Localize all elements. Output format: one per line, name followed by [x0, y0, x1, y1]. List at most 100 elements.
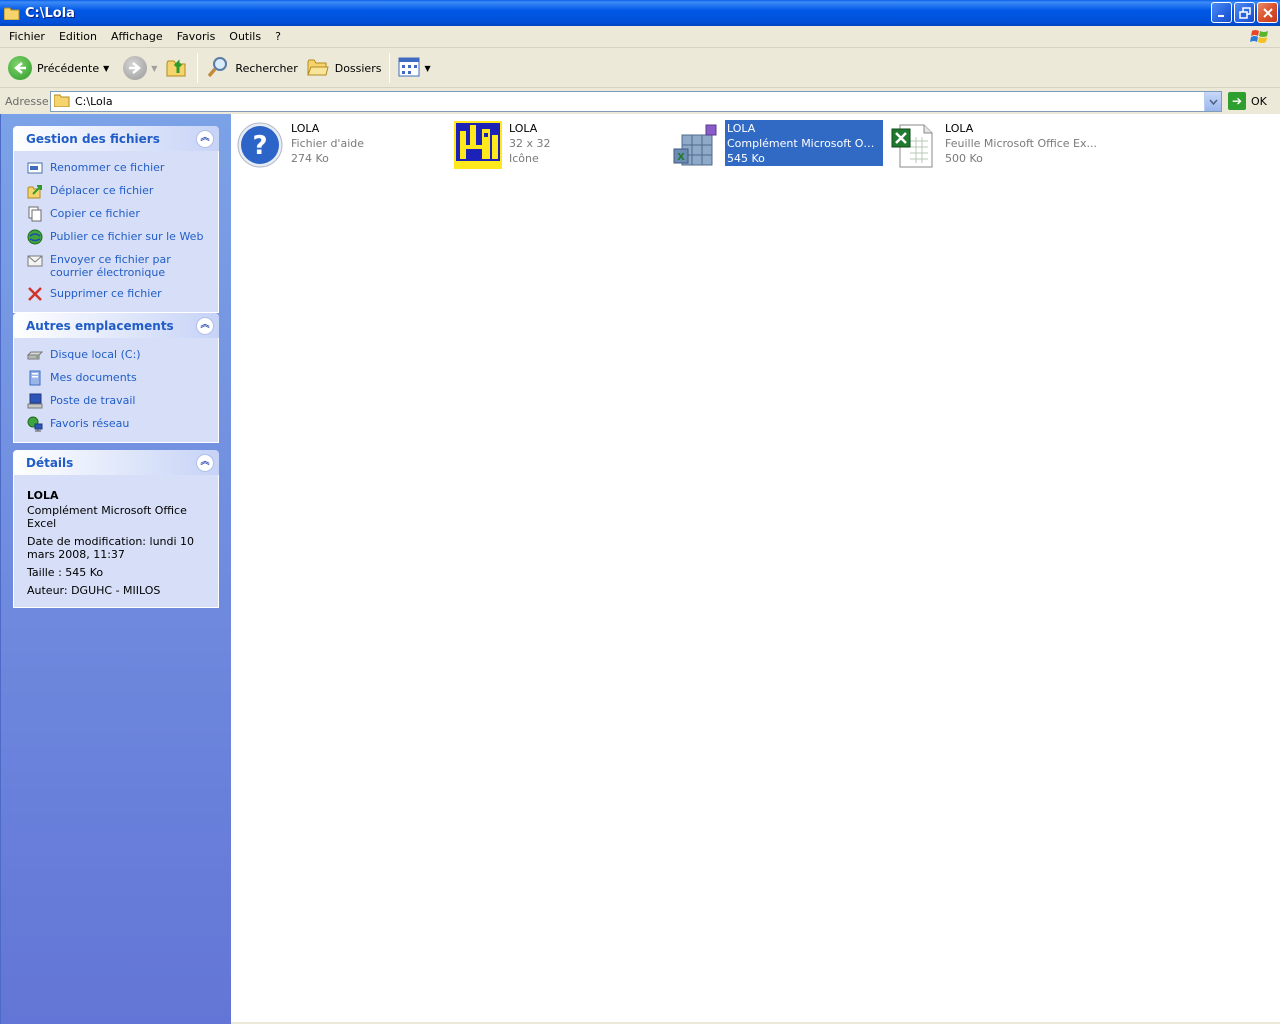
excel-sheet-icon	[889, 120, 939, 170]
back-dropdown-icon[interactable]: ▼	[103, 64, 109, 73]
title-bar: C:\Lola	[0, 0, 1280, 26]
excel-addin-icon: X	[671, 120, 721, 170]
rename-file-link[interactable]: Renommer ce fichier	[27, 160, 210, 176]
menu-fichier[interactable]: Fichier	[2, 27, 52, 47]
copy-file-label: Copier ce fichier	[50, 207, 140, 220]
windows-logo-icon	[1250, 27, 1270, 47]
address-dropdown-button[interactable]	[1204, 92, 1221, 111]
up-folder-icon	[165, 55, 189, 82]
forward-button[interactable]: ▼	[119, 52, 161, 84]
folder-icon	[53, 94, 70, 110]
views-button[interactable]: ▼	[394, 52, 434, 84]
window-title: C:\Lola	[25, 5, 75, 21]
network-places-label: Favoris réseau	[50, 417, 130, 430]
file-type: Complément Microsoft Offic...	[727, 137, 881, 150]
folders-label: Dossiers	[334, 61, 382, 75]
file-tasks-title: Gestion des fichiers	[26, 131, 160, 146]
copy-icon	[27, 206, 43, 222]
my-computer-link[interactable]: Poste de travail	[27, 393, 210, 409]
search-icon	[206, 55, 230, 82]
address-field-container	[50, 91, 1222, 112]
documents-icon	[27, 370, 43, 386]
details-title: Détails	[26, 455, 74, 470]
other-places-body: Disque local (C:) Mes documents Poste de…	[13, 338, 219, 443]
details-file-name: LOLA	[27, 489, 59, 502]
views-dropdown-icon[interactable]: ▼	[424, 64, 430, 73]
details-body: LOLA Complément Microsoft Office Excel D…	[13, 475, 219, 608]
email-file-link[interactable]: Envoyer ce fichier par courrier électron…	[27, 252, 210, 279]
move-file-label: Déplacer ce fichier	[50, 184, 154, 197]
folders-icon	[306, 55, 330, 82]
delete-file-link[interactable]: Supprimer ce fichier	[27, 286, 210, 302]
collapse-chevron-icon[interactable]: ︽	[196, 453, 214, 472]
restore-button[interactable]	[1234, 2, 1255, 23]
my-computer-label: Poste de travail	[50, 394, 136, 407]
toolbar-separator	[389, 53, 391, 83]
publish-web-label: Publier ce fichier sur le Web	[50, 230, 204, 243]
file-tasks-header[interactable]: Gestion des fichiers ︽	[13, 126, 219, 151]
file-type: Fichier d'aide	[291, 137, 364, 150]
move-icon	[27, 183, 43, 199]
menu-outils[interactable]: Outils	[222, 27, 268, 47]
file-tasks-body: Renommer ce fichier Déplacer ce fichier …	[13, 151, 219, 313]
menu-affichage[interactable]: Affichage	[104, 27, 170, 47]
network-places-link[interactable]: Favoris réseau	[27, 416, 210, 432]
publish-web-link[interactable]: Publier ce fichier sur le Web	[27, 229, 210, 245]
my-documents-link[interactable]: Mes documents	[27, 370, 210, 386]
go-label: OK	[1251, 94, 1267, 108]
help-file-icon: ?	[235, 120, 285, 170]
menu-favoris[interactable]: Favoris	[170, 27, 223, 47]
delete-icon	[27, 286, 43, 302]
details-file-type: Complément Microsoft Office Excel	[27, 504, 187, 530]
file-view[interactable]: ? LOLA Fichier d'aide 274 Ko LOLA 32 x 3…	[231, 114, 1280, 1022]
minimize-button[interactable]	[1211, 2, 1232, 23]
search-button[interactable]: Rechercher	[202, 52, 301, 84]
file-size: Icône	[509, 152, 539, 165]
file-size: 545 Ko	[727, 152, 765, 165]
collapse-chevron-icon[interactable]: ︽	[196, 316, 214, 335]
forward-dropdown-icon[interactable]: ▼	[151, 64, 157, 73]
folders-button[interactable]: Dossiers	[302, 52, 386, 84]
file-size: 500 Ko	[945, 152, 983, 165]
email-file-label: Envoyer ce fichier par courrier électron…	[50, 253, 171, 279]
folder-icon	[3, 7, 20, 20]
chevron-down-icon	[1208, 99, 1218, 105]
menu-edition[interactable]: Edition	[52, 27, 104, 47]
other-places-panel: Autres emplacements ︽ Disque local (C:) …	[13, 313, 219, 443]
drive-icon	[26, 347, 44, 363]
file-name: LOLA	[727, 122, 756, 135]
network-icon	[27, 416, 43, 432]
other-places-title: Autres emplacements	[26, 318, 174, 333]
views-icon	[398, 57, 420, 80]
details-size: Taille : 545 Ko	[27, 566, 104, 579]
file-tile-help[interactable]: ? LOLA Fichier d'aide 274 Ko	[235, 120, 453, 170]
my-documents-label: Mes documents	[50, 371, 137, 384]
file-info: LOLA 32 x 32 Icône	[507, 120, 665, 166]
file-info: LOLA Fichier d'aide 274 Ko	[289, 120, 447, 166]
file-tile-excel-addin[interactable]: X LOLA Complément Microsoft Offic... 545…	[671, 120, 889, 170]
file-tile-icon[interactable]: LOLA 32 x 32 Icône	[453, 120, 671, 170]
other-places-header[interactable]: Autres emplacements ︽	[13, 313, 219, 338]
details-header[interactable]: Détails ︽	[13, 450, 219, 475]
file-tile-excel-sheet[interactable]: LOLA Feuille Microsoft Office Ex... 500 …	[889, 120, 1107, 170]
address-input[interactable]	[75, 95, 1204, 108]
close-button[interactable]	[1257, 2, 1278, 23]
up-folder-button[interactable]	[161, 52, 193, 84]
menu-help[interactable]: ?	[268, 27, 288, 47]
move-file-link[interactable]: Déplacer ce fichier	[27, 183, 210, 199]
restore-icon	[1238, 6, 1251, 19]
details-modified-date: Date de modification: lundi 10 mars 2008…	[27, 535, 195, 561]
local-disk-link[interactable]: Disque local (C:)	[26, 347, 210, 363]
file-type: Feuille Microsoft Office Ex...	[945, 137, 1098, 150]
file-name: LOLA	[945, 122, 974, 135]
file-info: LOLA Complément Microsoft Offic... 545 K…	[725, 120, 883, 166]
menu-bar: Fichier Edition Affichage Favoris Outils…	[0, 26, 1280, 48]
rename-icon	[27, 160, 43, 176]
copy-file-link[interactable]: Copier ce fichier	[27, 206, 210, 222]
go-button[interactable]: ➔ OK	[1228, 92, 1267, 110]
delete-file-label: Supprimer ce fichier	[50, 287, 162, 300]
back-button[interactable]: Précédente ▼	[4, 52, 113, 84]
collapse-chevron-icon[interactable]: ︽	[196, 129, 214, 148]
file-name: LOLA	[509, 122, 538, 135]
file-tasks-panel: Gestion des fichiers ︽ Renommer ce fichi…	[13, 126, 219, 313]
